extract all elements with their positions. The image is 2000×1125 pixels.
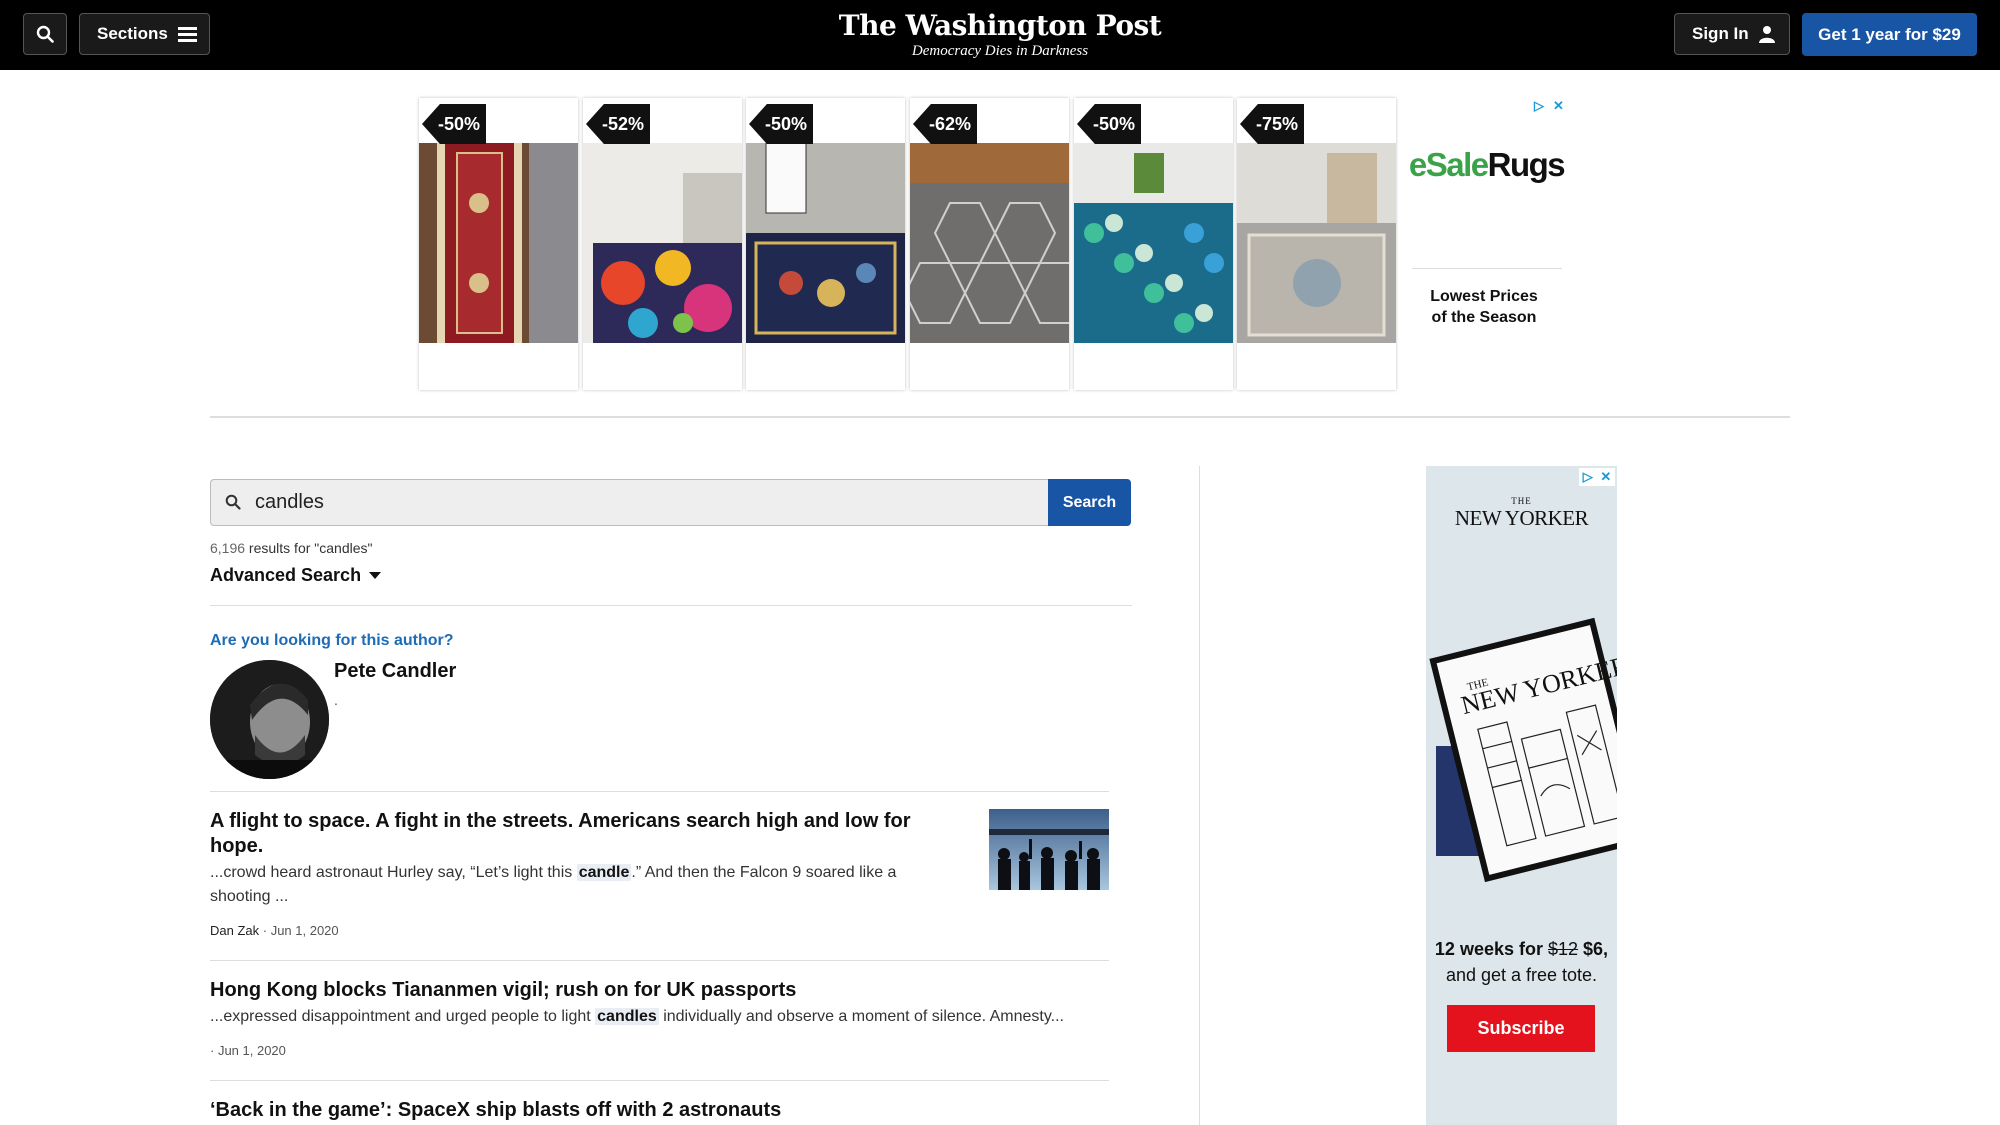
offer-line-1: 12 weeks for $12 $6, (1426, 936, 1617, 962)
snippet-text: ...expressed disappointment and urged pe… (210, 1008, 596, 1025)
advanced-search-label: Advanced Search (210, 565, 362, 585)
author-suggestion-heading: Are you looking for this author? (210, 632, 454, 649)
adchoices-box[interactable]: ▷ ✕ (1579, 468, 1615, 486)
result-number: 6,196 (210, 540, 246, 556)
result-title-link[interactable]: ‘Back in the game’: SpaceX ship blasts o… (210, 1098, 1109, 1123)
discount-badge: -75% (1240, 104, 1305, 144)
rug-image (910, 143, 1069, 343)
author-bio: . (334, 692, 338, 708)
offer-text: 12 weeks for $12 $6, and get a free tote… (1426, 936, 1617, 988)
discount-badge: -50% (1077, 104, 1142, 144)
offer-old-price: $12 (1547, 939, 1579, 959)
logo-name: NEW YORKER (1454, 506, 1589, 530)
divider (210, 791, 1109, 792)
result-snippet: ...crowd heard astronaut Hurley say, “Le… (210, 861, 950, 909)
offer-line-2: and get a free tote. (1445, 965, 1598, 985)
author-avatar[interactable] (210, 660, 329, 779)
subscribe-offer-button[interactable]: Get 1 year for $29 (1802, 13, 1977, 56)
search-input[interactable] (255, 480, 1035, 525)
ad-tile[interactable]: -75% (1237, 98, 1396, 390)
ad-tile[interactable]: -52% (583, 98, 742, 390)
snippet-text: ...crowd heard astronaut Hurley say, “Le… (210, 864, 577, 881)
divider (210, 1080, 1109, 1081)
user-icon (1758, 26, 1775, 43)
rug-image (583, 143, 742, 343)
search-field[interactable] (210, 479, 1048, 526)
offer-prefix: 12 weeks for (1434, 939, 1548, 959)
author-name-link[interactable]: Pete Candler (334, 660, 456, 683)
new-yorker-logo: THE NEW YORKER (1426, 496, 1617, 531)
result-title-link[interactable]: A flight to space. A fight in the street… (210, 809, 950, 859)
search-submit-button[interactable]: Search (1048, 479, 1131, 526)
rug-image (746, 143, 905, 343)
ad-tile[interactable]: -62% (910, 98, 1069, 390)
close-ad-icon[interactable]: ✕ (1600, 469, 1611, 485)
esalerugs-logo: eSaleRugs (1404, 146, 1569, 184)
discount-badge: -50% (422, 104, 487, 144)
discount-badge: -62% (913, 104, 978, 144)
logo-the: THE (1511, 496, 1532, 506)
rug-advertisement[interactable]: -50% -52% -50% -62% -50% -75% eSaleRugs … (419, 98, 1569, 390)
result-date: · Jun 1, 2020 (210, 1043, 286, 1058)
ad-tile[interactable]: -50% (746, 98, 905, 390)
search-icon (225, 494, 241, 510)
esalerugs-panel[interactable]: eSaleRugs Lowest Prices of the Season (1404, 98, 1569, 390)
ad-tile[interactable]: -50% (1074, 98, 1233, 390)
column-divider (1199, 466, 1200, 1125)
divider (210, 960, 1109, 961)
adchoices-icon[interactable]: ▷ (1583, 469, 1593, 485)
sign-in-label: Sign In (1692, 24, 1749, 43)
snippet-highlight: candle (576, 864, 632, 881)
result-thumbnail[interactable] (989, 809, 1109, 890)
ad-copy: Lowest Prices of the Season (1430, 288, 1538, 326)
offer-new-price: $6, (1578, 939, 1609, 959)
snippet-highlight: candles (595, 1008, 659, 1025)
result-title-link[interactable]: Hong Kong blocks Tiananmen vigil; rush o… (210, 978, 1109, 1003)
rug-image (1074, 143, 1233, 343)
result-byline[interactable]: Dan Zak (210, 923, 259, 938)
top-navigation-bar: Sections The Washington Post Democracy D… (0, 0, 2000, 70)
close-ad-icon[interactable]: ✕ (1553, 98, 1564, 114)
ad-tile[interactable]: -50% (419, 98, 578, 390)
magazine-cover-image: THE NEW YORKER (1429, 617, 1617, 883)
result-date: · Jun 1, 2020 (259, 923, 339, 938)
caret-down-icon (369, 572, 382, 579)
new-yorker-advertisement[interactable]: THE NEW YORKER THE NEW YORKER 12 weeks f… (1426, 466, 1617, 1125)
divider (210, 416, 1790, 418)
subscribe-button[interactable]: Subscribe (1447, 1005, 1595, 1052)
discount-badge: -52% (586, 104, 651, 144)
sign-in-button[interactable]: Sign In (1674, 13, 1790, 55)
result-text: results for "candles" (245, 540, 373, 556)
adchoices-icon[interactable]: ▷ (1534, 98, 1544, 114)
result-snippet: ...expressed disappointment and urged pe… (210, 1005, 1109, 1029)
result-meta: · Jun 1, 2020 (210, 1043, 286, 1058)
result-meta: Dan Zak · Jun 1, 2020 (210, 923, 339, 938)
brand-suffix: Rugs (1487, 146, 1566, 183)
divider (210, 605, 1132, 606)
brand-prefix: eSale (1408, 146, 1489, 183)
advanced-search-toggle[interactable]: Advanced Search (210, 565, 382, 586)
discount-badge: -50% (749, 104, 814, 144)
snippet-text: individually and observe a moment of sil… (658, 1008, 1064, 1025)
rug-image (419, 143, 578, 343)
result-count: 6,196 results for "candles" (210, 540, 372, 556)
divider (1412, 268, 1562, 269)
rug-image (1237, 143, 1396, 343)
